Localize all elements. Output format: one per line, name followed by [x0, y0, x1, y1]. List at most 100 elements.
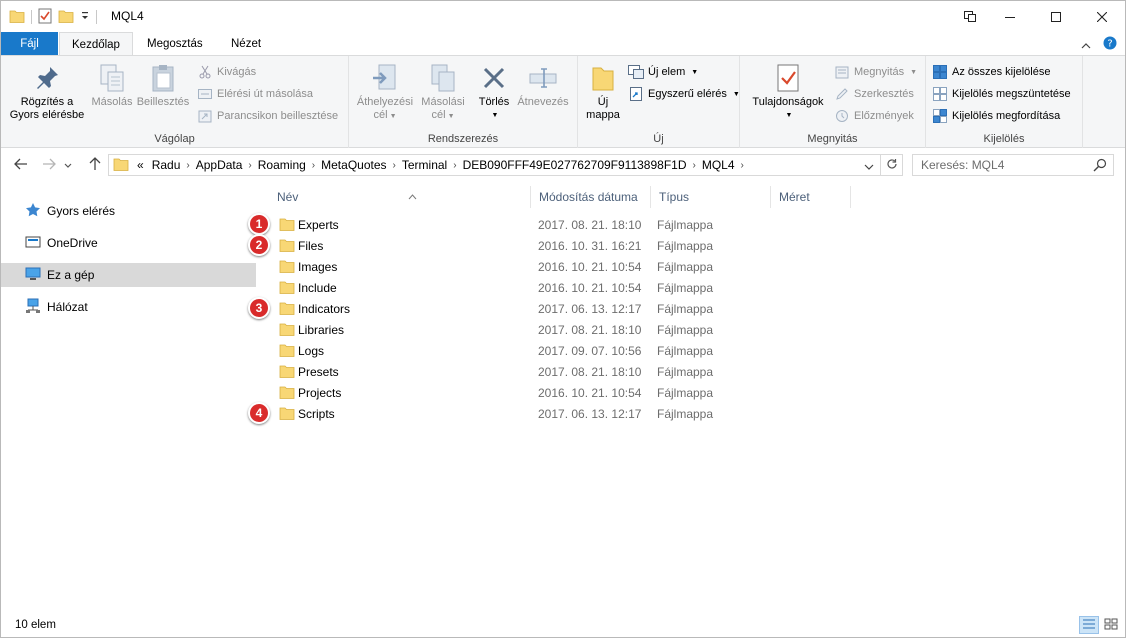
table-row[interactable]: Logs 2017. 09. 07. 10:56 Fájlmappa [273, 340, 863, 361]
file-name: Include [298, 281, 337, 295]
breadcrumb-appdata[interactable]: AppData [192, 158, 247, 172]
column-type[interactable]: Típus [651, 186, 771, 208]
properties-icon[interactable] [38, 8, 52, 27]
group-label-select: Kijelölés [983, 133, 1025, 145]
history-button[interactable]: Előzmények [834, 106, 914, 126]
breadcrumb-terminal[interactable]: Terminal [398, 158, 451, 172]
ribbon-right-controls: ? [1081, 36, 1117, 53]
properties-button[interactable]: Tulajdonságok ▼ [748, 62, 828, 122]
nav-item-network[interactable]: Hálózat [1, 295, 256, 319]
breadcrumb-chevron-icon[interactable]: › [739, 160, 746, 171]
breadcrumb-chevron-icon[interactable]: › [310, 160, 317, 171]
move-to-button[interactable]: Áthelyezési cél ▼ [353, 62, 417, 123]
new-folder-qat-icon[interactable] [58, 9, 74, 26]
breadcrumb-mql4[interactable]: MQL4 [698, 158, 739, 172]
refresh-button[interactable] [881, 154, 903, 176]
cut-button[interactable]: Kivágás [197, 62, 256, 82]
recent-locations-button[interactable] [61, 155, 75, 175]
select-all-button[interactable]: Az összes kijelölése [932, 62, 1050, 82]
nav-item-this-pc[interactable]: Ez a gép [1, 263, 256, 287]
paste-button[interactable]: Beillesztés [135, 62, 191, 109]
open-button[interactable]: Megnyitás ▼ [834, 62, 917, 82]
pin-quick-access-button[interactable]: Rögzítés a Gyors elérésbe [7, 62, 87, 122]
delete-x-icon [478, 62, 510, 94]
table-row[interactable]: Scripts 2017. 06. 13. 12:17 Fájlmappa [273, 403, 863, 424]
paste-shortcut-button[interactable]: Parancsikon beillesztése [197, 106, 338, 126]
tab-share[interactable]: Megosztás [135, 32, 215, 56]
nav-item-onedrive[interactable]: OneDrive [1, 231, 256, 255]
table-row[interactable]: Projects 2016. 10. 21. 10:54 Fájlmappa [273, 382, 863, 403]
address-bar[interactable]: « Radu › AppData › Roaming › MetaQuotes … [108, 154, 881, 176]
address-dropdown-icon[interactable] [864, 160, 874, 174]
search-icon[interactable] [1093, 158, 1107, 175]
help-icon[interactable]: ? [1103, 36, 1117, 53]
delete-button[interactable]: Törlés ▼ [473, 62, 515, 122]
svg-text:?: ? [1107, 39, 1112, 50]
table-row[interactable]: Indicators 2017. 06. 13. 12:17 Fájlmappa [273, 298, 863, 319]
column-name[interactable]: Név [269, 186, 531, 208]
breadcrumb-chevron-icon[interactable]: › [391, 160, 398, 171]
breadcrumb-terminal-id[interactable]: DEB090FFF49E027762709F9113898F1D [459, 158, 691, 172]
pin-window-button[interactable] [953, 1, 987, 32]
folder-icon [109, 157, 133, 174]
annotation-badge: 4 [248, 402, 270, 424]
qat-dropdown-icon[interactable] [80, 10, 90, 24]
copy-button[interactable]: Másolás [89, 62, 135, 109]
table-row[interactable]: Files 2016. 10. 31. 16:21 Fájlmappa [273, 235, 863, 256]
tab-file[interactable]: Fájl [1, 32, 58, 56]
invert-selection-button[interactable]: Kijelölés megfordítása [932, 106, 1060, 126]
new-item-button[interactable]: Új elem ▼ [628, 62, 698, 82]
group-clipboard: Rögzítés a Gyors elérésbe Másolás Beille… [1, 56, 349, 148]
maximize-button[interactable] [1033, 1, 1079, 32]
breadcrumb-roaming[interactable]: Roaming [254, 158, 310, 172]
chevron-up-icon[interactable] [1081, 38, 1091, 52]
copy-to-button[interactable]: Másolási cél ▼ [415, 62, 471, 123]
back-button[interactable] [11, 155, 31, 175]
arrow-left-icon [14, 158, 28, 173]
easy-access-button[interactable]: Egyszerű elérés ▼ [628, 84, 740, 104]
nav-item-quick-access[interactable]: Gyors elérés [1, 199, 256, 223]
edit-button[interactable]: Szerkesztés [834, 84, 914, 104]
breadcrumb-metaquotes[interactable]: MetaQuotes [317, 158, 390, 172]
file-type: Fájlmappa [657, 323, 714, 337]
explorer-window: MQL4 Fájl Kezdőlap Megosztás Nézet ? Rög… [0, 0, 1126, 638]
large-icons-view-icon [1104, 618, 1118, 633]
edit-pencil-icon [834, 86, 850, 102]
scissors-icon [197, 64, 213, 80]
tab-home[interactable]: Kezdőlap [59, 32, 133, 56]
view-switcher [1079, 616, 1121, 634]
column-date[interactable]: Módosítás dátuma [531, 186, 651, 208]
rename-button[interactable]: Átnevezés [515, 62, 571, 109]
large-icons-view-button[interactable] [1101, 616, 1121, 634]
new-folder-button[interactable]: Új mappa [584, 62, 622, 122]
folder-icon [279, 259, 295, 276]
up-button[interactable] [85, 155, 105, 175]
table-row[interactable]: Libraries 2017. 08. 21. 18:10 Fájlmappa [273, 319, 863, 340]
copy-path-button[interactable]: Elérési út másolása [197, 84, 313, 104]
close-button[interactable] [1079, 1, 1125, 32]
search-box[interactable]: Keresés: MQL4 [912, 154, 1114, 176]
file-type: Fájlmappa [657, 365, 714, 379]
details-view-button[interactable] [1079, 616, 1099, 634]
breadcrumb-chevron-icon[interactable]: › [451, 160, 458, 171]
breadcrumb-radu[interactable]: Radu [148, 158, 185, 172]
network-icon [25, 298, 41, 317]
search-input[interactable]: Keresés: MQL4 [921, 158, 1004, 172]
table-row[interactable]: Images 2016. 10. 21. 10:54 Fájlmappa [273, 256, 863, 277]
file-name: Logs [298, 344, 325, 358]
table-row[interactable]: Presets 2017. 08. 21. 18:10 Fájlmappa [273, 361, 863, 382]
table-row[interactable]: Include 2016. 10. 21. 10:54 Fájlmappa [273, 277, 863, 298]
group-label-organize: Rendszerezés [427, 133, 499, 145]
navigation-bar: « Radu › AppData › Roaming › MetaQuotes … [1, 149, 1125, 181]
select-none-button[interactable]: Kijelölés megszüntetése [932, 84, 1071, 104]
breadcrumb-chevron-icon[interactable]: › [184, 160, 191, 171]
minimize-button[interactable] [987, 1, 1033, 32]
tab-view[interactable]: Nézet [219, 32, 273, 56]
column-size[interactable]: Méret [771, 186, 851, 208]
breadcrumb-chevron-icon[interactable]: › [691, 160, 698, 171]
table-row[interactable]: Experts 2017. 08. 21. 18:10 Fájlmappa [273, 214, 863, 235]
history-clock-icon [834, 108, 850, 124]
forward-button[interactable] [39, 155, 59, 175]
breadcrumb-overflow[interactable]: « [133, 158, 148, 172]
breadcrumb-chevron-icon[interactable]: › [246, 160, 253, 171]
